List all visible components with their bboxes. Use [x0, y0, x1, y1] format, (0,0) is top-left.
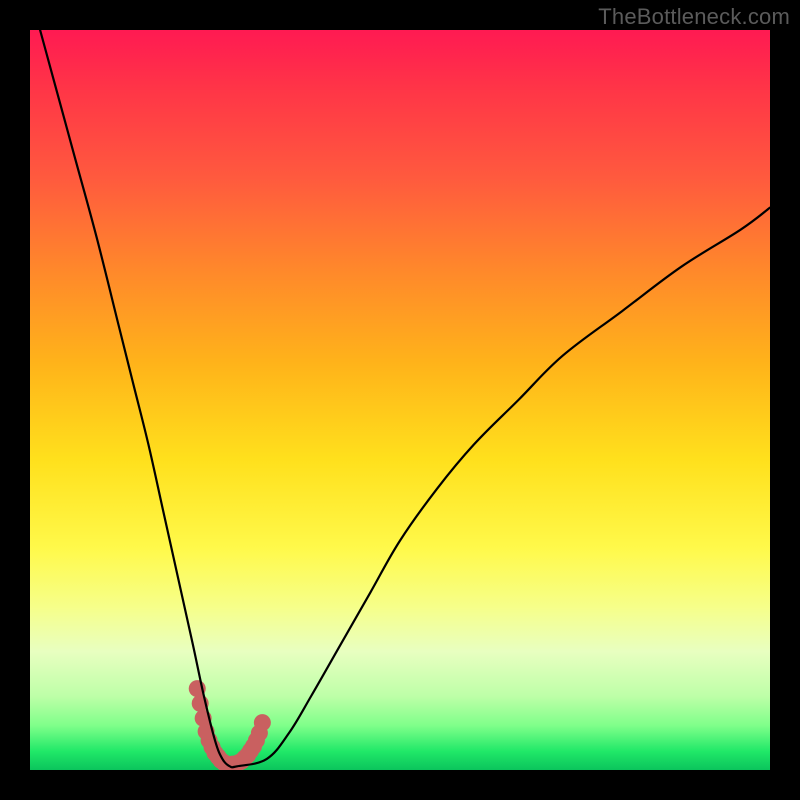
chart-frame: TheBottleneck.com	[0, 0, 800, 800]
optimal-marker-points	[189, 680, 271, 770]
optimal-marker-dot	[251, 725, 268, 742]
plot-area	[30, 30, 770, 770]
bottleneck-curve-path	[30, 30, 770, 767]
curve-svg	[30, 30, 770, 770]
watermark-text: TheBottleneck.com	[598, 4, 790, 30]
